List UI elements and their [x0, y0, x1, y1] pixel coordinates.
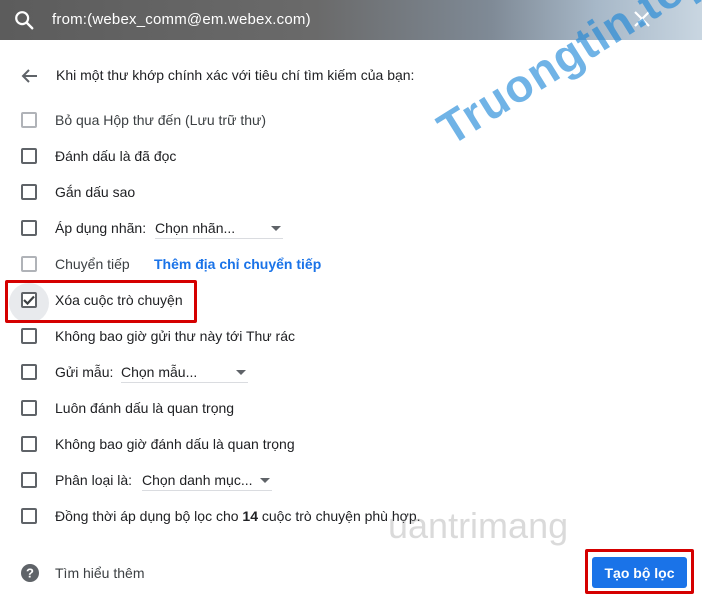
star-checkbox[interactable]: [21, 184, 37, 200]
star-label: Gắn dấu sao: [55, 184, 136, 200]
also-apply-checkbox[interactable]: [21, 508, 37, 524]
category-select[interactable]: Chọn danh mục...: [142, 469, 272, 491]
option-mark-read[interactable]: Đánh dấu là đã đọc: [0, 142, 702, 170]
watermark-quantrimang: uantrimang: [388, 505, 569, 546]
chevron-down-icon: [236, 370, 246, 375]
option-send-template[interactable]: Gửi mẫu: Chọn mẫu...: [0, 358, 702, 386]
option-never-important[interactable]: Không bao giờ đánh dấu là quan trọng: [0, 430, 702, 458]
option-star[interactable]: Gắn dấu sao: [0, 178, 702, 206]
svg-text:?: ?: [26, 566, 34, 581]
categorize-checkbox[interactable]: [21, 472, 37, 488]
option-skip-inbox[interactable]: Bỏ qua Hộp thư đến (Lưu trữ thư): [0, 106, 702, 134]
also-apply-label: Đồng thời áp dụng bộ lọc cho 14 cuộc trò…: [55, 508, 421, 524]
forward-label: Chuyển tiếp: [55, 256, 130, 272]
template-select[interactable]: Chọn mẫu...: [121, 361, 248, 383]
option-never-spam[interactable]: Không bao giờ gửi thư này tới Thư rác: [0, 322, 702, 350]
categorize-label: Phân loại là:: [55, 472, 133, 488]
learn-more-link[interactable]: Tìm hiểu thêm: [55, 565, 144, 581]
option-always-important[interactable]: Luôn đánh dấu là quan trọng: [0, 394, 702, 422]
skip-inbox-label: Bỏ qua Hộp thư đến (Lưu trữ thư): [55, 112, 267, 128]
apply-label-checkbox[interactable]: [21, 220, 37, 236]
option-apply-label[interactable]: Áp dụng nhãn: Chọn nhãn...: [0, 214, 702, 242]
apply-label-label: Áp dụng nhãn:: [55, 220, 147, 236]
highlight-delete-box: [5, 280, 197, 323]
add-forwarding-address-link[interactable]: Thêm địa chỉ chuyển tiếp: [154, 256, 321, 272]
label-select-value: Chọn nhãn...: [155, 220, 236, 236]
mark-read-checkbox[interactable]: [21, 148, 37, 164]
always-important-checkbox[interactable]: [21, 400, 37, 416]
forward-checkbox[interactable]: [21, 256, 37, 272]
never-important-checkbox[interactable]: [21, 436, 37, 452]
never-important-label: Không bao giờ đánh dấu là quan trọng: [55, 436, 295, 452]
mark-read-label: Đánh dấu là đã đọc: [55, 148, 177, 164]
template-select-value: Chọn mẫu...: [121, 364, 198, 380]
option-forward[interactable]: Chuyển tiếp Thêm địa chỉ chuyển tiếp: [0, 250, 702, 278]
label-select[interactable]: Chọn nhãn...: [155, 217, 283, 239]
back-arrow-icon[interactable]: [21, 67, 39, 85]
send-template-label: Gửi mẫu:: [55, 364, 114, 380]
option-categorize[interactable]: Phân loại là: Chọn danh mục...: [0, 466, 702, 494]
always-important-label: Luôn đánh dấu là quan trọng: [55, 400, 235, 416]
chevron-down-icon: [260, 478, 270, 483]
help-icon[interactable]: ?: [20, 563, 40, 583]
criteria-heading: Khi một thư khớp chính xác với tiêu chí …: [56, 67, 415, 83]
never-spam-label: Không bao giờ gửi thư này tới Thư rác: [55, 328, 296, 344]
option-also-apply[interactable]: Đồng thời áp dụng bộ lọc cho 14 cuộc trò…: [0, 502, 702, 530]
chevron-down-icon: [271, 226, 281, 231]
search-query[interactable]: from:(webex_comm@em.webex.com): [52, 11, 311, 28]
never-spam-checkbox[interactable]: [21, 328, 37, 344]
create-filter-button[interactable]: Tạo bộ lọc: [592, 557, 687, 588]
category-select-value: Chọn danh mục...: [142, 472, 253, 488]
skip-inbox-checkbox[interactable]: [21, 112, 37, 128]
search-icon[interactable]: [13, 9, 35, 31]
send-template-checkbox[interactable]: [21, 364, 37, 380]
also-apply-prefix: Đồng thời áp dụng bộ lọc cho: [55, 508, 243, 524]
also-apply-count: 14: [242, 508, 258, 524]
